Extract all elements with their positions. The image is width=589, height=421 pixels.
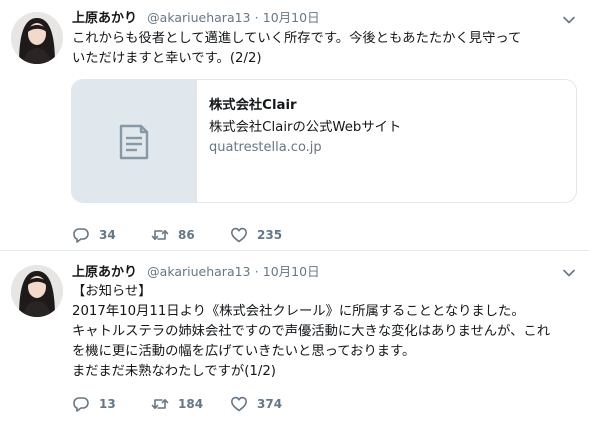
tweet-text: 【お知らせ】 2017年10月11日より《株式会社クレール》に所属することとなり… <box>72 282 577 382</box>
tweet-text-line: まだまだ未熟なわたしですが(1/2) <box>72 364 276 379</box>
retweet-button[interactable]: 86 <box>151 225 230 245</box>
avatar[interactable] <box>11 12 63 64</box>
heart-icon <box>231 227 247 243</box>
tweet-text-line: いただけますと幸いです。(2/2) <box>72 51 262 66</box>
tweet-date[interactable]: 10月10日 <box>263 264 320 279</box>
card-url: quatrestella.co.jp <box>209 140 322 155</box>
retweet-count: 86 <box>178 228 195 242</box>
like-button[interactable]: 235 <box>230 225 310 245</box>
retweet-button[interactable]: 184 <box>151 394 230 414</box>
tweet-text: これからも役者として邁進していく所存です。今後ともあたたかく見守って いただけま… <box>72 29 577 69</box>
tweet-text-line: キャトルステラの姉妹会社ですので声優活動に大きな変化はありませんが、これ <box>72 324 551 339</box>
card-thumbnail <box>72 80 197 202</box>
separator: · <box>254 264 259 279</box>
reply-button[interactable]: 13 <box>72 394 151 414</box>
chevron-down-icon[interactable] <box>563 14 575 26</box>
author-handle[interactable]: @akariuehara13 <box>147 10 250 25</box>
tweet-date[interactable]: 10月10日 <box>263 10 320 25</box>
tweet-text-line: 2017年10月11日より《株式会社クレール》に所属することとなりました。 <box>72 304 525 319</box>
like-count: 235 <box>257 228 283 242</box>
retweet-icon <box>151 230 169 240</box>
reply-count: 34 <box>99 228 116 242</box>
author-name[interactable]: 上原あかり <box>72 11 137 26</box>
tweet-actions: 34 86 235 <box>72 225 310 245</box>
author-name[interactable]: 上原あかり <box>72 265 137 280</box>
tweet-header: 上原あかり @akariuehara13 · 10月10日 <box>72 9 320 27</box>
card-description: 株式会社Clairの公式Webサイト <box>209 120 402 135</box>
retweet-count: 184 <box>178 397 204 411</box>
reply-count: 13 <box>99 397 116 411</box>
tweet-text-line: 【お知らせ】 <box>72 284 152 299</box>
reply-icon <box>73 397 89 412</box>
tweet[interactable]: 上原あかり @akariuehara13 · 10月10日 【お知らせ】 201… <box>0 252 589 421</box>
retweet-icon <box>151 399 169 409</box>
tweet[interactable]: 上原あかり @akariuehara13 · 10月10日 これからも役者として… <box>0 0 589 251</box>
chevron-down-icon[interactable] <box>563 267 575 279</box>
tweet-text-line: を機に更に活動の幅を広げていきたいと思っております。 <box>72 344 416 359</box>
link-card[interactable]: 株式会社Clair 株式会社Clairの公式Webサイト quatrestell… <box>71 79 577 203</box>
tweet-text-line: これからも役者として邁進していく所存です。今後ともあたたかく見守って <box>72 31 522 46</box>
tweet-actions: 13 184 374 <box>72 394 310 414</box>
author-handle[interactable]: @akariuehara13 <box>147 264 250 279</box>
reply-button[interactable]: 34 <box>72 225 151 245</box>
separator: · <box>254 10 259 25</box>
card-title: 株式会社Clair <box>209 98 297 113</box>
reply-icon <box>73 228 89 243</box>
like-button[interactable]: 374 <box>230 394 310 414</box>
heart-icon <box>231 396 247 412</box>
like-count: 374 <box>257 397 283 411</box>
avatar[interactable] <box>11 265 63 317</box>
tweet-header: 上原あかり @akariuehara13 · 10月10日 <box>72 263 320 281</box>
document-icon <box>119 124 149 160</box>
